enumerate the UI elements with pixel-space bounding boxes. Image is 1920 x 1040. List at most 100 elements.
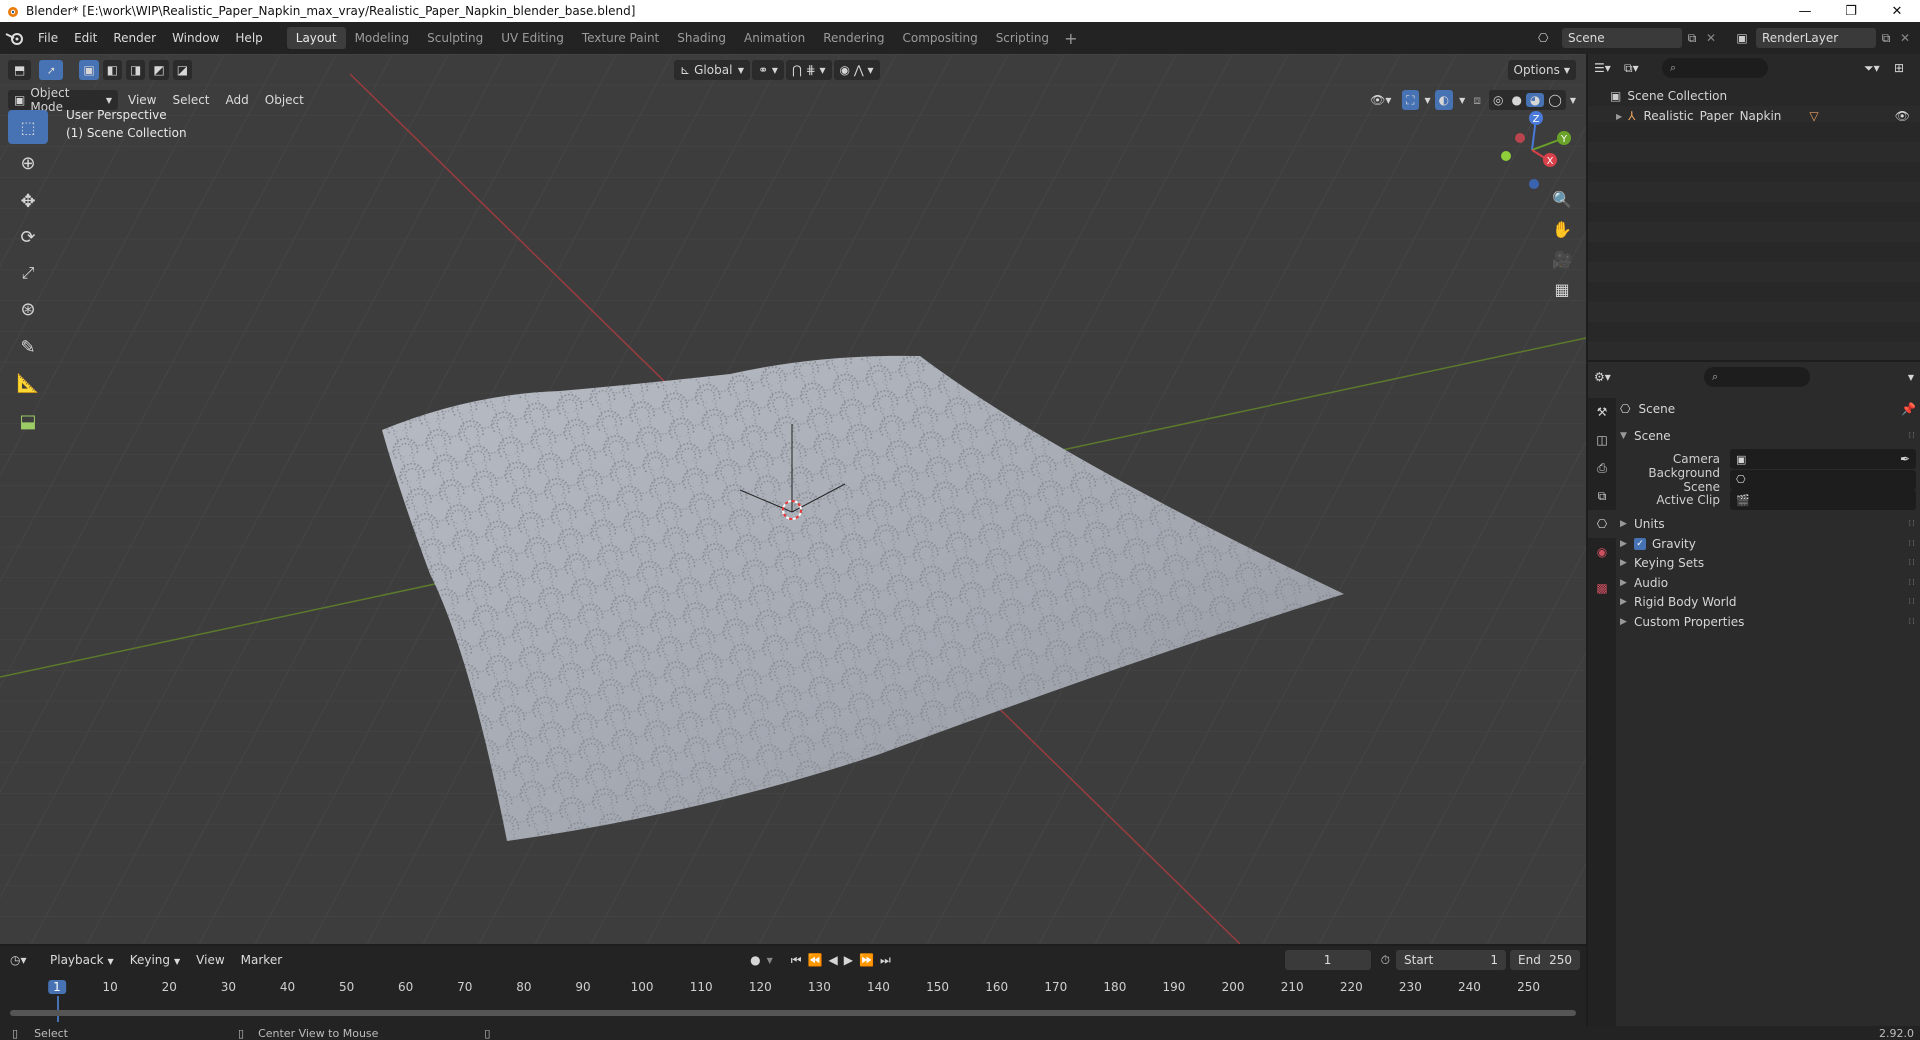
tab-scripting[interactable]: Scripting	[987, 27, 1058, 49]
new-scene-icon[interactable]: ⧉	[1682, 31, 1702, 46]
solid-shading-icon[interactable]: ●	[1507, 93, 1525, 107]
xray-toggle-icon[interactable]: ⧈	[1469, 93, 1485, 108]
select-subtract-icon[interactable]: ◨	[126, 60, 146, 80]
shading-dropdown-icon[interactable]: ▼	[1570, 96, 1576, 105]
scene-tab[interactable]: ⎔	[1588, 510, 1616, 538]
viewport-scene[interactable]	[0, 54, 1586, 944]
jump-to-end-icon[interactable]: ⏭	[880, 953, 891, 968]
tab-modeling[interactable]: Modeling	[346, 27, 419, 49]
drag-handle-icon[interactable]: ⁞⁞	[1908, 558, 1916, 568]
viewport-menu-object[interactable]: Object	[257, 93, 312, 107]
timeline-menu-view[interactable]: View	[188, 953, 232, 967]
pin-icon[interactable]: 📌	[1901, 402, 1916, 416]
overlays-toggle-icon[interactable]: ◐	[1434, 90, 1454, 110]
drag-handle-icon[interactable]: ⁞⁞	[1908, 431, 1916, 441]
menu-help[interactable]: Help	[227, 31, 270, 45]
drag-handle-icon[interactable]: ⁞⁞	[1908, 578, 1916, 588]
timeline-editor-type-icon[interactable]: ◷▾	[10, 953, 42, 967]
keying-dropdown-icon[interactable]: ▼	[767, 956, 773, 965]
eye-visibility-icon[interactable]: 👁	[1895, 109, 1910, 123]
outliner-search-input[interactable]: ⌕	[1662, 58, 1768, 78]
texture-tab[interactable]: ▩	[1588, 574, 1616, 602]
drag-handle-icon[interactable]: ⁞⁞	[1908, 539, 1916, 549]
select-new-icon[interactable]: ▣	[79, 60, 99, 80]
tab-rendering[interactable]: Rendering	[814, 27, 893, 49]
navigation-gizmo[interactable]: Z Y X	[1488, 110, 1578, 190]
gizmo-neg-x-handle[interactable]	[1515, 133, 1525, 143]
mode-dropdown[interactable]: ▣ Object Mode ▼	[8, 86, 118, 114]
3d-viewport[interactable]: ⬒ ➚ ▣ ◧ ◨ ◩ ◪ ⊾ Global ▼ ⚭ ▾ ⋂ ⋕ ▾ ◉ ⋀ ▾…	[0, 54, 1586, 944]
viewport-menu-view[interactable]: View	[120, 93, 164, 107]
view-layer-tab[interactable]: ⧉	[1588, 482, 1616, 510]
cursor-tool[interactable]: ⊕	[8, 146, 48, 180]
delete-scene-icon[interactable]: ✕	[1702, 31, 1720, 45]
next-keyframe-icon[interactable]: ⏩	[859, 953, 874, 967]
render-tab[interactable]: ◫	[1588, 426, 1616, 454]
select-intersect-icon[interactable]: ◪	[172, 60, 193, 80]
playhead-frame-label[interactable]: 1	[48, 980, 66, 994]
outliner-editor-type-icon[interactable]: ☰▾	[1594, 61, 1624, 75]
menu-window[interactable]: Window	[164, 31, 227, 45]
play-reverse-icon[interactable]: ◀	[829, 953, 838, 967]
new-view-layer-icon[interactable]: ⧉	[1876, 31, 1896, 46]
properties-editor-type-icon[interactable]: ⚙▾	[1594, 370, 1624, 384]
world-tab[interactable]: ◉	[1588, 538, 1616, 566]
snap-toggle[interactable]: ⋂ ⋕ ▾	[785, 60, 832, 80]
scale-tool[interactable]: ⤢	[8, 256, 48, 290]
transform-orientation-dropdown[interactable]: ⊾ Global ▼	[674, 60, 751, 80]
tool-tab[interactable]: ⚒	[1588, 398, 1616, 426]
minimize-button[interactable]: —	[1782, 4, 1828, 19]
options-dropdown[interactable]: Options ▼	[1507, 60, 1576, 80]
wireframe-shading-icon[interactable]: ◎	[1489, 93, 1507, 107]
delete-view-layer-icon[interactable]: ✕	[1896, 31, 1914, 45]
play-icon[interactable]: ▶	[844, 953, 853, 967]
proportional-edit-toggle[interactable]: ◉ ⋀ ▾	[833, 60, 880, 80]
display-mode-icon[interactable]: ⧉▾	[1624, 61, 1654, 76]
properties-options-icon[interactable]: ▼	[1908, 373, 1914, 382]
property-field-camera[interactable]: ▣ ✒	[1730, 449, 1916, 469]
property-field-active-clip[interactable]: 🎬	[1730, 490, 1916, 510]
checkbox-checked-icon[interactable]: ✓	[1634, 537, 1646, 550]
subpanel-custom-properties[interactable]: ▶ Custom Properties ⁞⁞	[1620, 610, 1916, 634]
add-workspace-icon[interactable]: +	[1064, 29, 1077, 48]
viewport-menu-select[interactable]: Select	[164, 93, 217, 107]
tab-compositing[interactable]: Compositing	[893, 27, 986, 49]
scene-panel-header[interactable]: ▼ Scene ⁞⁞	[1620, 424, 1916, 448]
start-frame-field[interactable]: Start 1	[1396, 950, 1506, 970]
select-box-tool[interactable]: ⬚	[8, 110, 48, 144]
zoom-icon[interactable]: 🔍	[1548, 190, 1576, 220]
filter-icon[interactable]: ⏷▾	[1864, 61, 1894, 76]
expand-arrow-icon[interactable]: ▶	[1616, 112, 1622, 121]
close-button[interactable]: ✕	[1874, 4, 1920, 19]
drag-handle-icon[interactable]: ⁞⁞	[1908, 519, 1916, 529]
view-layer-icon[interactable]: ▣	[1728, 31, 1756, 45]
jump-to-start-icon[interactable]: ⏮	[791, 953, 802, 968]
select-invert-icon[interactable]: ◩	[149, 60, 169, 80]
select-tool-button[interactable]: ➚	[39, 60, 64, 80]
end-frame-field[interactable]: End 250	[1510, 950, 1580, 970]
outliner-row-scene-collection[interactable]: ▣ Scene Collection	[1588, 86, 1920, 106]
auto-keying-icon[interactable]: ●	[750, 953, 760, 967]
menu-render[interactable]: Render	[105, 31, 164, 45]
move-tool[interactable]: ✥	[8, 184, 48, 218]
annotate-tool[interactable]: ✎	[8, 330, 48, 364]
tab-uv-editing[interactable]: UV Editing	[492, 27, 573, 49]
gizmo-toggle-icon[interactable]: ⛶	[1402, 90, 1419, 110]
timeline-menu-keying[interactable]: Keying ▼	[122, 953, 188, 967]
timeline-menu-playback[interactable]: Playback ▼	[42, 953, 122, 967]
add-cube-tool[interactable]: ⬓	[8, 404, 48, 438]
pivot-point-dropdown[interactable]: ⚭ ▾	[752, 60, 784, 80]
eyedropper-icon[interactable]: ✒	[1900, 452, 1910, 466]
tab-animation[interactable]: Animation	[735, 27, 814, 49]
scene-selector[interactable]: Scene	[1562, 28, 1682, 48]
transform-tool[interactable]: ⊛	[8, 292, 48, 326]
timeline-menu-marker[interactable]: Marker	[233, 953, 290, 967]
restore-button[interactable]: ❐	[1828, 4, 1874, 19]
new-collection-icon[interactable]: ⊞	[1894, 61, 1914, 75]
mesh-data-icon[interactable]: ▽	[1809, 109, 1818, 123]
visibility-icon[interactable]: 👁▾	[1370, 93, 1398, 107]
material-preview-shading-icon[interactable]: ◕	[1525, 93, 1545, 107]
editor-type-button[interactable]: ⬒	[8, 60, 32, 80]
view-layer-selector[interactable]: RenderLayer	[1756, 28, 1876, 48]
blender-menu-icon[interactable]	[0, 28, 30, 48]
